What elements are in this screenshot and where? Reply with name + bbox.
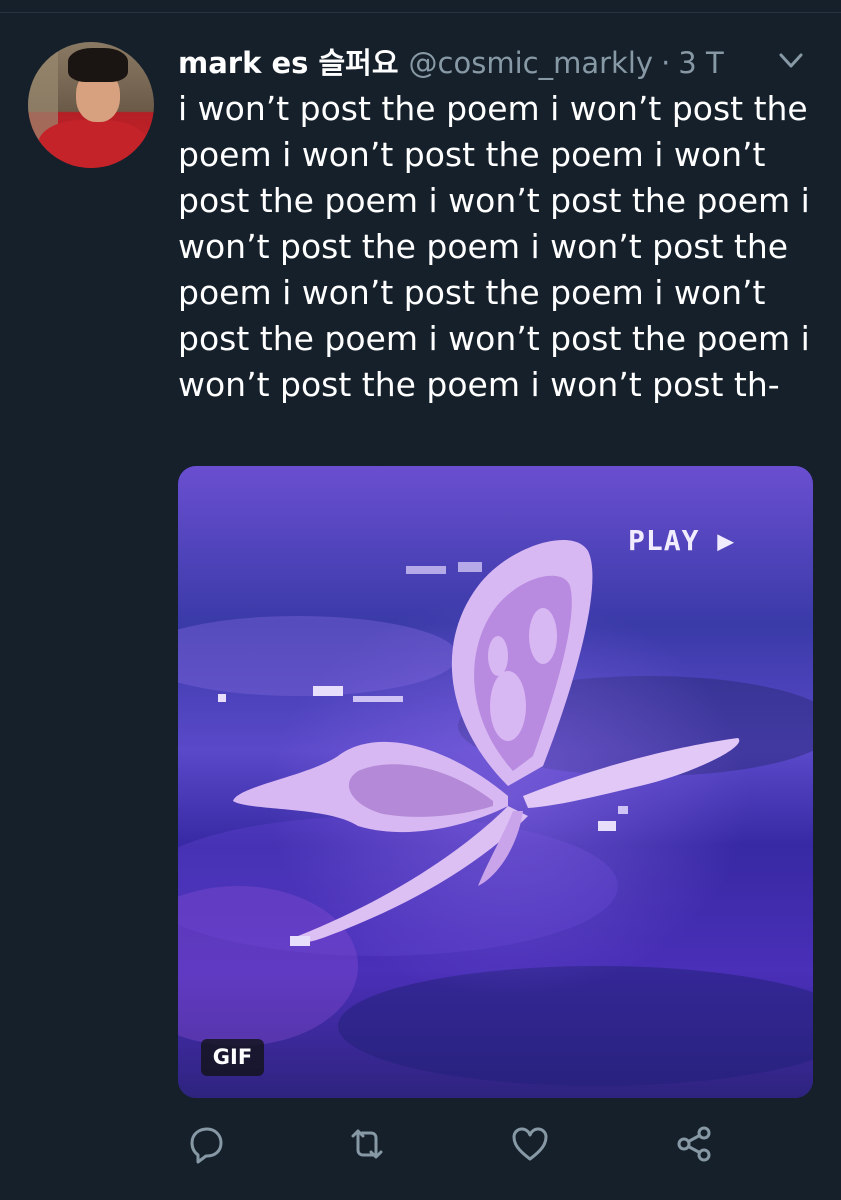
avatar-shirt <box>38 120 148 168</box>
user-handle[interactable]: @cosmic_markly <box>409 46 654 80</box>
gif-badge: GIF <box>201 1039 264 1076</box>
tweet[interactable]: mark es 슬퍼요 @cosmic_markly · 3 T i won’t… <box>0 0 841 1200</box>
butterfly-gif-image <box>178 466 813 1098</box>
timestamp[interactable]: 3 T <box>678 46 723 80</box>
tweet-header: mark es 슬퍼요 @cosmic_markly · 3 T <box>178 40 724 84</box>
avatar-hair <box>68 48 128 82</box>
play-indicator: PLAY ▶ <box>628 524 735 557</box>
reply-icon[interactable] <box>184 1122 228 1166</box>
tweet-text: i won’t post the poem i won’t post the p… <box>178 89 810 404</box>
avatar[interactable] <box>28 42 154 168</box>
display-name[interactable]: mark es 슬퍼요 <box>178 40 399 82</box>
chevron-down-icon[interactable] <box>776 48 806 74</box>
play-triangle-icon: ▶ <box>717 524 736 557</box>
top-divider <box>0 12 841 13</box>
tweet-actions <box>0 1122 841 1172</box>
retweet-icon[interactable] <box>345 1122 389 1166</box>
heart-icon[interactable] <box>508 1122 552 1166</box>
separator-dot: · <box>661 46 671 80</box>
play-label: PLAY <box>628 524 700 557</box>
share-icon[interactable] <box>672 1122 716 1166</box>
gif-media[interactable]: PLAY ▶ GIF <box>178 466 813 1098</box>
